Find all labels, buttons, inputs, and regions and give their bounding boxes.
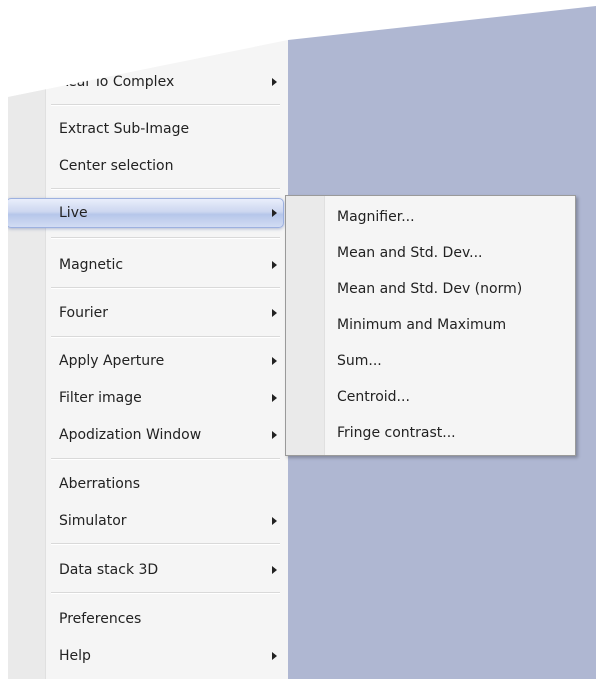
chevron-right-icon [272,394,277,402]
menu-item-fourier[interactable]: Fourier [8,298,288,328]
menu-separator [51,336,280,338]
menu-item-label: Data stack 3D [59,562,159,578]
menu-item-aberrations[interactable]: Aberrations [8,469,288,499]
submenu-item-magnifier[interactable]: Magnifier... [286,200,575,234]
menu-item-real-to-complex[interactable]: Real To Complex [8,67,288,97]
menu-item-label: Simulator [59,513,127,529]
chevron-right-icon [272,309,277,317]
menu-item-apply-aperture[interactable]: Apply Aperture [8,346,288,376]
menu-separator [51,458,280,460]
screen: Real To Complex Extract Sub-Image Center… [0,0,596,679]
menu-item-label: Fourier [59,305,109,321]
menu-item-label: Mean and Std. Dev (norm) [337,281,523,297]
submenu-item-mean-std-dev[interactable]: Mean and Std. Dev... [286,236,575,270]
menu-item-simulator[interactable]: Simulator [8,506,288,536]
menu-item-live[interactable]: Live [8,198,284,228]
menu-item-label: Filter image [59,390,142,406]
chevron-right-icon [272,566,277,574]
menu-item-data-stack-3d[interactable]: Data stack 3D [8,555,288,585]
menu-item-label: Mean and Std. Dev... [337,245,483,261]
menu-item-label: Sum... [337,353,382,369]
chevron-right-icon [272,357,277,365]
menu-item-label: Centroid... [337,389,410,405]
menu-item-label: Apodization Window [59,427,202,443]
chevron-right-icon [272,261,277,269]
menu-item-label: Apply Aperture [59,353,165,369]
menu-separator [51,543,280,545]
context-menu: Real To Complex Extract Sub-Image Center… [8,40,288,679]
menu-item-label: Preferences [59,611,142,627]
menu-item-filter-image[interactable]: Filter image [8,383,288,413]
menu-item-label: Extract Sub-Image [59,121,190,137]
menu-item-extract-sub-image[interactable]: Extract Sub-Image [8,114,288,144]
chevron-right-icon [272,78,277,86]
menu-item-label: Center selection [59,158,174,174]
menu-separator [51,237,280,239]
menu-item-magnetic[interactable]: Magnetic [8,250,288,280]
menu-item-label: Magnetic [59,257,124,273]
menu-separator [51,592,280,594]
menu-item-label: Minimum and Maximum [337,317,507,333]
submenu-item-mean-std-dev-norm[interactable]: Mean and Std. Dev (norm) [286,272,575,306]
menu-item-label: Aberrations [59,476,141,492]
chevron-right-icon [272,517,277,525]
chevron-right-icon [272,209,277,217]
menu-item-center-selection[interactable]: Center selection [8,151,288,181]
submenu-item-fringe-contrast[interactable]: Fringe contrast... [286,416,575,450]
live-submenu: Magnifier... Mean and Std. Dev... Mean a… [285,195,576,456]
submenu-item-sum[interactable]: Sum... [286,344,575,378]
submenu-item-minimum-maximum[interactable]: Minimum and Maximum [286,308,575,342]
menu-item-label: Help [59,648,91,664]
menu-item-help[interactable]: Help [8,641,288,671]
menu-item-label: Magnifier... [337,209,415,225]
menu-separator [51,287,280,289]
menu-item-label: Live [59,205,88,221]
menu-item-preferences[interactable]: Preferences [8,604,288,634]
chevron-right-icon [272,652,277,660]
menu-separator [51,104,280,106]
chevron-right-icon [272,431,277,439]
menu-item-apodization-window[interactable]: Apodization Window [8,420,288,450]
menu-separator [51,188,280,190]
menu-item-label: Real To Complex [59,74,175,90]
menu-item-label: Fringe contrast... [337,425,456,441]
submenu-item-centroid[interactable]: Centroid... [286,380,575,414]
